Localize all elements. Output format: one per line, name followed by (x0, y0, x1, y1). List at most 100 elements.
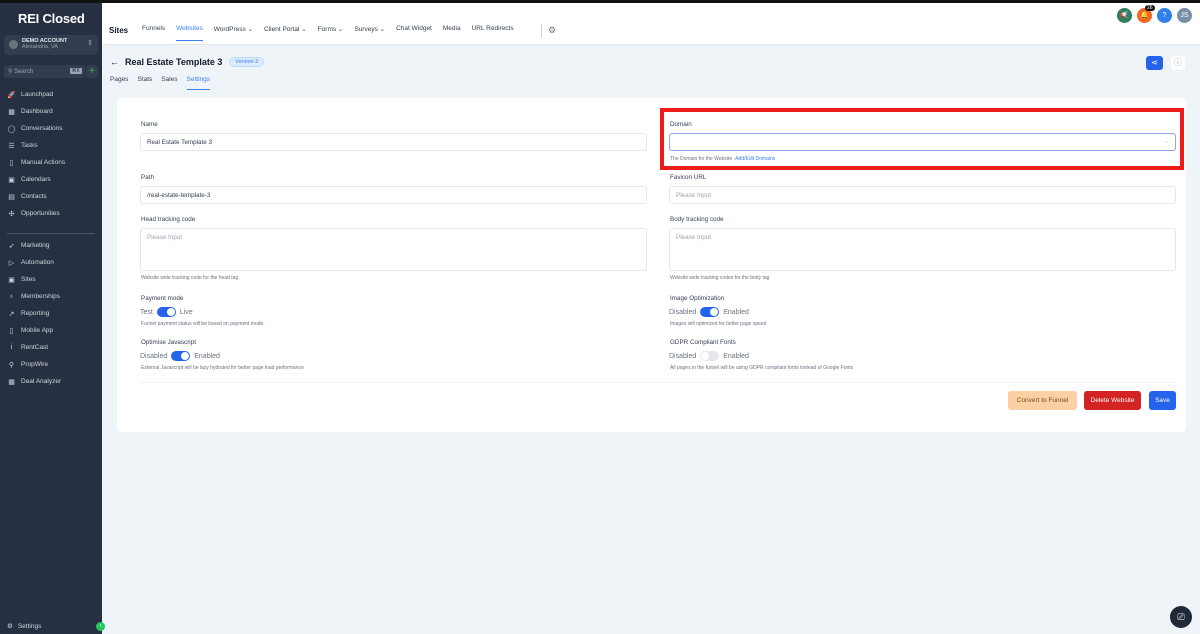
favicon-input[interactable]: Please Input (669, 186, 1176, 204)
toggle-on-label: Live (179, 308, 193, 316)
optimise-js-toggle[interactable]: Disabled Enabled (140, 351, 220, 361)
gdpr-fonts-help: All pages in the funnel will be using GD… (670, 365, 854, 371)
tab-media[interactable]: Media (443, 25, 461, 41)
sidebar-item-memberships[interactable]: ♁ Memberships (0, 288, 102, 305)
version-badge: Version 2 (229, 57, 265, 67)
save-button[interactable]: Save (1149, 391, 1176, 410)
sidebar-item-label: Tasks (21, 142, 38, 149)
head-code-textarea[interactable]: Please Input (140, 228, 647, 271)
top-tabs: Funnels Websites WordPress ⌄ Client Portal … (142, 25, 525, 41)
sidebar-item-label: Mobile App (21, 327, 54, 334)
toggle-switch[interactable] (700, 307, 720, 317)
share-button[interactable]: ⋖ (1146, 56, 1163, 70)
toggle-off-label: Test (140, 308, 153, 316)
highlight-box (660, 108, 1184, 170)
sidebar-item-reporting[interactable]: ↗ Reporting (0, 305, 102, 322)
sidebar-item-label: Settings (17, 622, 42, 630)
nav-icon: ✣ (8, 210, 15, 218)
gear-icon[interactable]: ⚙ (548, 25, 556, 36)
name-label: Name (141, 121, 158, 128)
body-code-label: Body tracking code (670, 216, 724, 223)
tab-client-portal[interactable]: Client Portal ⌄ (264, 25, 307, 41)
tab-url-redirects[interactable]: URL Redirects (472, 25, 514, 41)
tab-forms[interactable]: Forms ⌄ (318, 25, 344, 41)
sidebar: REI Closed DEMO ACCOUNT Alexandria, VA ⇕… (0, 3, 105, 634)
nav-icon: ▦ (8, 108, 15, 116)
nav-icon: ☰ (8, 142, 15, 150)
sidebar-item-manual-actions[interactable]: ▯ Manual Actions (0, 154, 102, 171)
toggle-switch[interactable] (156, 307, 176, 317)
sidebar-item-conversations[interactable]: ◯ Conversations (0, 120, 102, 137)
optimise-js-label: Optimise Javascript (141, 339, 196, 346)
sidebar-item-label: Automation (21, 259, 54, 266)
sidebar-item-label: RentCast (21, 344, 49, 351)
convert-to-funnel-button[interactable]: Convert to Funnel (1008, 391, 1077, 410)
chat-support-button[interactable]: ⎚ (1170, 606, 1192, 628)
search-input[interactable]: ⚲ Search ⌘K (4, 65, 85, 78)
megaphone-icon[interactable]: 📢 (1117, 8, 1132, 23)
help-button[interactable]: ? (1157, 8, 1172, 23)
sidebar-item-propwire[interactable]: ⚲ PropWire (0, 356, 102, 373)
info-button[interactable]: ⓘ (1171, 56, 1185, 70)
sidebar-item-label: Launchpad (21, 91, 54, 98)
avatar[interactable]: JS (1177, 8, 1192, 23)
page-header: ← Real Estate Template 3 Version 2 (110, 57, 265, 67)
sidebar-item-settings[interactable]: ⚙ Settings (7, 622, 42, 631)
account-icon (9, 40, 18, 49)
nav-icon: ▦ (8, 378, 15, 386)
sidebar-item-mobile-app[interactable]: ▯ Mobile App (0, 322, 102, 339)
sidebar-item-label: Deal Analyzer (21, 378, 62, 385)
sidebar-item-dashboard[interactable]: ▦ Dashboard (0, 103, 102, 120)
tab-surveys[interactable]: Surveys ⌄ (354, 25, 385, 41)
nav-icon: ◯ (7, 125, 16, 133)
nav-icon: ➶ (8, 242, 15, 250)
tab-chat-widget[interactable]: Chat Widget (396, 25, 432, 41)
subtab-settings[interactable]: Settings (186, 76, 211, 90)
nav-icon: i (10, 344, 13, 351)
tab-websites[interactable]: Websites (176, 25, 203, 41)
subtab-sales[interactable]: Sales (161, 76, 177, 90)
toggle-on-label: Enabled (723, 308, 749, 316)
shortcut-badge: ⌘K (69, 68, 82, 74)
head-code-help: Website wide tracking code for the head … (141, 275, 239, 281)
delete-website-button[interactable]: Delete Website (1084, 391, 1141, 410)
favicon-label: Favicon URL (670, 174, 707, 181)
nav-icon: ▷ (8, 259, 15, 267)
collapse-sidebar-button[interactable]: ‹ (96, 622, 105, 631)
sidebar-item-opportunities[interactable]: ✣ Opportunities (0, 205, 102, 222)
nav-icon: ♁ (8, 293, 15, 300)
sidebar-item-sites[interactable]: ▣ Sites (0, 271, 102, 288)
search-placeholder: Search (14, 69, 34, 75)
toggle-off-label: Disabled (669, 308, 697, 316)
sidebar-item-launchpad[interactable]: 🚀 Launchpad (0, 86, 102, 103)
subtab-stats[interactable]: Stats (137, 76, 152, 90)
name-input[interactable]: Real Estate Template 3 (140, 133, 647, 151)
payment-mode-toggle[interactable]: Test Live (140, 307, 193, 317)
sidebar-item-marketing[interactable]: ➶ Marketing (0, 237, 102, 254)
sidebar-item-calendars[interactable]: ▣ Calendars (0, 171, 102, 188)
toggle-switch[interactable] (171, 351, 191, 361)
sidebar-item-deal-analyzer[interactable]: ▦ Deal Analyzer (0, 373, 102, 390)
body-code-textarea[interactable]: Please Input (669, 228, 1176, 271)
quick-add-button[interactable]: + (86, 65, 98, 78)
back-arrow-icon[interactable]: ← (110, 57, 119, 67)
image-optimization-toggle[interactable]: Disabled Enabled (669, 307, 749, 317)
sidebar-item-tasks[interactable]: ☰ Tasks (0, 137, 102, 154)
section-title: Sites (109, 26, 129, 35)
toggle-on-label: Enabled (723, 352, 749, 360)
sidebar-item-automation[interactable]: ▷ Automation (0, 254, 102, 271)
tab-funnels[interactable]: Funnels (142, 25, 165, 41)
nav-icon: ⚲ (8, 361, 15, 369)
nav-icon: ▣ (8, 276, 15, 284)
subtab-pages[interactable]: Pages (110, 76, 128, 90)
sidebar-item-rentcast[interactable]: i RentCast (0, 339, 102, 356)
sidebar-item-contacts[interactable]: ▤ Contacts (0, 188, 102, 205)
toggle-switch[interactable] (700, 351, 720, 361)
tab-wordpress[interactable]: WordPress ⌄ (214, 25, 253, 41)
sidebar-item-label: Conversations (21, 125, 63, 132)
logo: REI Closed (18, 11, 85, 26)
sidebar-item-label: Manual Actions (21, 159, 66, 166)
account-switcher[interactable]: DEMO ACCOUNT Alexandria, VA ⇕ (4, 35, 98, 55)
path-input[interactable]: /real-estate-template-3 (140, 186, 647, 204)
gdpr-fonts-toggle[interactable]: Disabled Enabled (669, 351, 749, 361)
